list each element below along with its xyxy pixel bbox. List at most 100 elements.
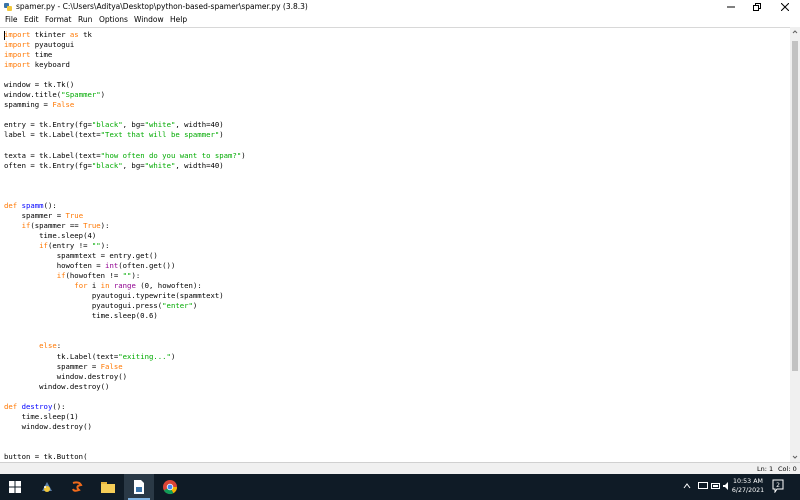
battery-icon[interactable] <box>711 482 721 490</box>
code-token: else <box>39 341 57 351</box>
code-token: ) <box>241 150 246 160</box>
code-line: howoften = int(often.get()) <box>4 261 246 271</box>
code-line: import pyautogui <box>4 40 246 50</box>
code-token: : <box>56 341 62 351</box>
code-line: if(entry != ""): <box>4 241 246 251</box>
code-token: spammer = <box>4 361 101 371</box>
code-token: texta = tk.Label(text= <box>4 150 101 160</box>
code-token: if <box>56 271 66 281</box>
code-token: pyautogui <box>30 40 75 50</box>
code-line: else: <box>4 341 246 351</box>
menu-options[interactable]: Options <box>99 14 128 26</box>
menu-edit[interactable]: Edit <box>24 14 39 26</box>
code-token: tk <box>78 30 92 39</box>
code-token: True <box>83 220 101 230</box>
code-token: "white" <box>144 120 176 130</box>
code-token: time <box>30 50 53 60</box>
chrome-icon <box>163 480 178 495</box>
taskbar-chrome[interactable] <box>155 474 185 500</box>
code-token: False <box>100 361 123 371</box>
code-line: pyautogui.press("enter") <box>4 301 246 311</box>
code-token: , width=40) <box>175 120 224 130</box>
code-token: ): <box>131 271 141 281</box>
vertical-scrollbar[interactable] <box>790 27 800 462</box>
window-title: spamer.py - C:\Users\Aditya\Desktop\pyth… <box>16 2 308 11</box>
code-line: spamming = False <box>4 100 246 110</box>
code-token: keyboard <box>30 60 70 70</box>
notifications-icon[interactable]: 2 <box>772 479 784 493</box>
code-token: for <box>74 281 88 291</box>
taskbar-spamer-window[interactable] <box>124 474 154 500</box>
code-token: button = tk.Button( <box>4 451 88 461</box>
python-icon <box>4 3 12 11</box>
code-token: window.title( <box>4 90 62 100</box>
close-button[interactable] <box>772 0 798 14</box>
code-line: if(spammer == True): <box>4 221 246 231</box>
network-icon[interactable] <box>698 482 708 490</box>
code-line: for i in range (0, howoften): <box>4 281 246 291</box>
code-token: (0, howoften): <box>135 281 202 291</box>
menu-window[interactable]: Window <box>134 14 164 26</box>
code-token: def <box>4 401 18 411</box>
code-token: True <box>65 210 84 220</box>
menu-file[interactable]: File <box>5 14 18 26</box>
code-editor[interactable]: import tkinter as tk import pyautogui impo… <box>0 27 790 463</box>
code-token: i <box>87 281 101 291</box>
scroll-up-icon[interactable] <box>790 27 800 37</box>
code-token: tk.Label(text= <box>4 351 119 361</box>
menu-format[interactable]: Format <box>45 14 71 26</box>
code-token: window.destroy() <box>4 371 128 381</box>
code-token: "" <box>91 240 101 250</box>
code-token: (): <box>43 200 57 210</box>
code-token: spamm <box>21 200 44 210</box>
code-line: import time <box>4 50 246 60</box>
code-line: time.sleep(4) <box>4 231 246 241</box>
scroll-down-icon[interactable] <box>790 452 800 462</box>
minimize-icon <box>727 6 735 8</box>
taskbar-file-explorer[interactable] <box>93 474 123 500</box>
code-token: (entry != <box>47 240 92 250</box>
menu-help[interactable]: Help <box>170 14 187 26</box>
code-token: tkinter <box>30 30 70 39</box>
show-hidden-icons-icon[interactable] <box>683 482 691 490</box>
code-token: ) <box>219 130 224 140</box>
code-token: spamming = <box>4 100 53 110</box>
code-token: int <box>105 261 119 271</box>
code-token: as <box>69 30 79 39</box>
code-line: pyautogui.typewrite(spammtext) <box>4 291 246 301</box>
start-button[interactable] <box>0 474 30 500</box>
code-token: entry = tk.Entry(fg= <box>4 120 92 130</box>
code-token: "how often do you want to spam?" <box>100 150 242 160</box>
code-token: range <box>113 281 136 291</box>
minimize-button[interactable] <box>718 0 744 14</box>
code-token: window.destroy() <box>4 421 92 431</box>
taskbar-python-idle[interactable] <box>32 474 62 500</box>
code-token: spammer = <box>4 210 66 220</box>
code-token: window.destroy() <box>4 381 110 391</box>
code-token: "Text that will be spammer" <box>100 130 220 140</box>
code-token: "black" <box>91 120 123 130</box>
scrollbar-thumb[interactable] <box>792 41 798 371</box>
windows-logo-icon <box>9 481 21 493</box>
menu-run[interactable]: Run <box>78 14 92 26</box>
code-line: window.title("Spammer") <box>4 90 246 100</box>
code-token: ) <box>100 90 106 100</box>
clock[interactable]: 10:53 AM 6/27/2021 <box>728 477 768 495</box>
taskbar-anaconda[interactable] <box>62 474 92 500</box>
code-line: if(howoften != ""): <box>4 271 246 281</box>
restore-button[interactable] <box>744 0 770 14</box>
code-token: "black" <box>91 160 123 170</box>
code-token: howoften = <box>4 261 106 271</box>
code-token: window = tk.Tk() <box>4 80 75 90</box>
code-token: ) <box>192 301 198 311</box>
code-token: import <box>4 60 31 70</box>
code-token: "enter" <box>162 301 193 311</box>
